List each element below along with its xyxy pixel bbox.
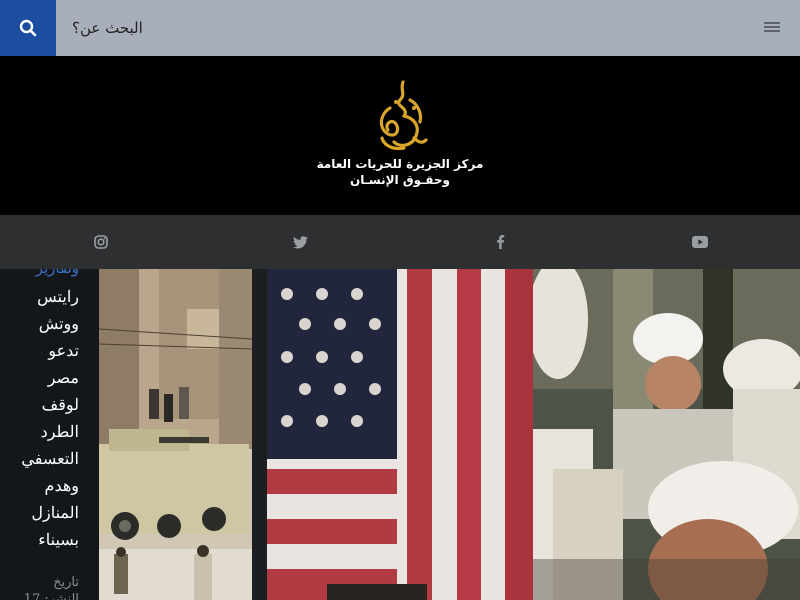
- facebook-icon: [496, 235, 504, 249]
- instagram-link[interactable]: [93, 234, 109, 250]
- title-line: التعسفي: [21, 449, 79, 468]
- search-icon: [19, 19, 37, 37]
- publish-date: تاريخ النشر: 17: [24, 574, 79, 600]
- article-photo-crowd[interactable]: [533, 269, 800, 600]
- title-line: وهدم: [44, 476, 79, 495]
- hamburger-menu-icon[interactable]: [764, 22, 780, 34]
- sinai-street-image: [99, 269, 252, 600]
- social-links-bar: [0, 215, 800, 269]
- org-name-line1: مركز الجزيرة للحريات العامة: [316, 157, 484, 171]
- title-line: ووتش: [38, 314, 79, 333]
- org-name-line2: وحقـوق الإنسـان: [350, 173, 450, 187]
- crowd-image: [533, 269, 800, 600]
- title-line: المنازل: [31, 503, 79, 522]
- photo-gap: [252, 269, 267, 600]
- al-jazeera-logo[interactable]: [370, 78, 432, 154]
- title-line: مصر: [47, 368, 79, 387]
- site-header: مركز الجزيرة للحريات العامة وحقـوق الإنس…: [0, 56, 800, 215]
- youtube-link[interactable]: [692, 234, 708, 250]
- article-photo-sinai[interactable]: [99, 269, 252, 600]
- article-photo-flag[interactable]: [267, 269, 533, 600]
- instagram-icon: [94, 235, 108, 249]
- twitter-icon: [292, 235, 308, 248]
- organization-name: مركز الجزيرة للحريات العامة وحقـوق الإنس…: [300, 156, 500, 188]
- twitter-link[interactable]: [292, 234, 308, 250]
- title-line: تدعو: [48, 341, 79, 360]
- article-category-link[interactable]: وتقارير: [36, 269, 79, 277]
- publish-date-value: النشر: 17: [23, 592, 79, 600]
- title-line: الطرد: [40, 422, 79, 441]
- publish-date-label: تاريخ: [53, 575, 79, 590]
- us-flag-image: [267, 269, 533, 600]
- article-sidebar: وتقارير رايتس ووتش تدعو مصر لوقف الطرد ا…: [0, 269, 99, 600]
- search-bar: [0, 0, 800, 56]
- title-line: لوقف: [41, 395, 79, 414]
- youtube-icon: [692, 236, 708, 248]
- article-title[interactable]: رايتس ووتش تدعو مصر لوقف الطرد التعسفي و…: [0, 283, 79, 553]
- title-line: بسيناء: [38, 530, 79, 549]
- search-input[interactable]: [60, 10, 740, 46]
- search-button[interactable]: [0, 0, 56, 56]
- facebook-link[interactable]: [492, 234, 508, 250]
- title-line: رايتس: [37, 287, 79, 306]
